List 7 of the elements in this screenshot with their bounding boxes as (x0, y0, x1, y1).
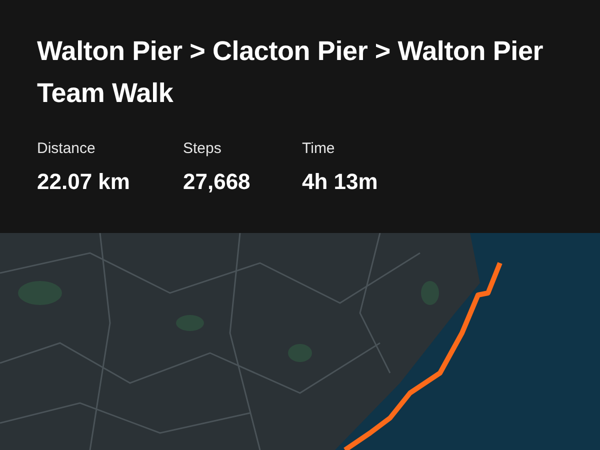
stat-value: 4h 13m (302, 168, 379, 196)
stat-label: Time (302, 139, 336, 159)
stat-value: 27,668 (183, 168, 252, 196)
stat-label: Distance (37, 139, 96, 159)
route-title: Walton Pier > Clacton Pier > Walton Pier Team Walk (37, 35, 544, 110)
stat-value: 22.07 km (37, 168, 131, 196)
stat-label: Steps (183, 139, 222, 159)
